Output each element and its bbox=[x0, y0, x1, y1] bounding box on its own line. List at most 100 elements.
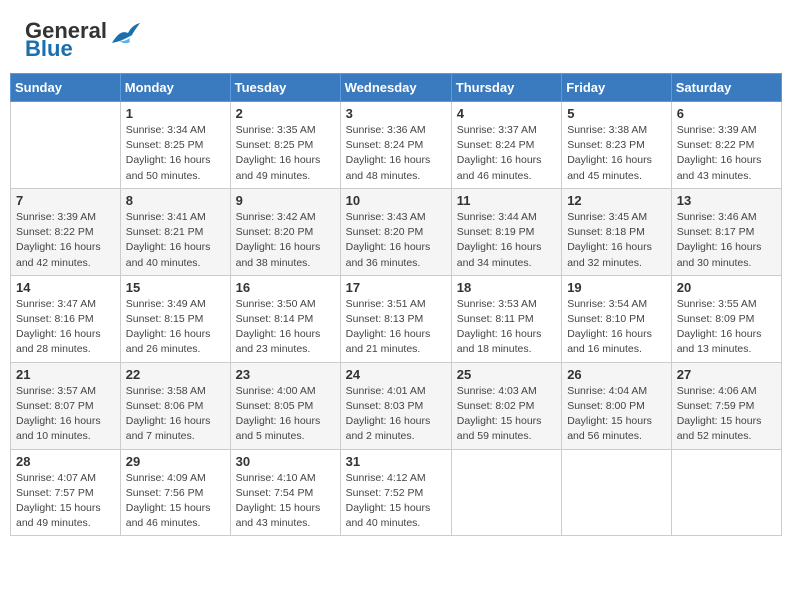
calendar-cell: 11 Sunrise: 3:44 AM Sunset: 8:19 PM Dayli… bbox=[451, 188, 561, 275]
day-number: 15 bbox=[126, 280, 225, 295]
calendar-cell: 3 Sunrise: 3:36 AM Sunset: 8:24 PM Daylig… bbox=[340, 102, 451, 189]
calendar-cell: 26 Sunrise: 4:04 AM Sunset: 8:00 PM Dayli… bbox=[562, 362, 672, 449]
day-number: 8 bbox=[126, 193, 225, 208]
day-number: 26 bbox=[567, 367, 666, 382]
calendar-cell: 24 Sunrise: 4:01 AM Sunset: 8:03 PM Dayli… bbox=[340, 362, 451, 449]
day-info: Sunrise: 3:41 AM Sunset: 8:21 PM Dayligh… bbox=[126, 210, 225, 271]
calendar-cell: 29 Sunrise: 4:09 AM Sunset: 7:56 PM Dayli… bbox=[120, 449, 230, 536]
day-info: Sunrise: 4:03 AM Sunset: 8:02 PM Dayligh… bbox=[457, 384, 556, 445]
day-number: 22 bbox=[126, 367, 225, 382]
day-info: Sunrise: 4:04 AM Sunset: 8:00 PM Dayligh… bbox=[567, 384, 666, 445]
day-info: Sunrise: 3:55 AM Sunset: 8:09 PM Dayligh… bbox=[677, 297, 776, 358]
calendar-cell: 15 Sunrise: 3:49 AM Sunset: 8:15 PM Dayli… bbox=[120, 275, 230, 362]
calendar-cell bbox=[562, 449, 672, 536]
day-info: Sunrise: 3:36 AM Sunset: 8:24 PM Dayligh… bbox=[346, 123, 446, 184]
day-info: Sunrise: 3:42 AM Sunset: 8:20 PM Dayligh… bbox=[236, 210, 335, 271]
day-info: Sunrise: 3:43 AM Sunset: 8:20 PM Dayligh… bbox=[346, 210, 446, 271]
day-info: Sunrise: 3:34 AM Sunset: 8:25 PM Dayligh… bbox=[126, 123, 225, 184]
day-number: 9 bbox=[236, 193, 335, 208]
calendar-week-row: 14 Sunrise: 3:47 AM Sunset: 8:16 PM Dayli… bbox=[11, 275, 782, 362]
calendar-cell: 30 Sunrise: 4:10 AM Sunset: 7:54 PM Dayli… bbox=[230, 449, 340, 536]
calendar-header-row: SundayMondayTuesdayWednesdayThursdayFrid… bbox=[11, 74, 782, 102]
column-header-monday: Monday bbox=[120, 74, 230, 102]
day-info: Sunrise: 3:38 AM Sunset: 8:23 PM Dayligh… bbox=[567, 123, 666, 184]
day-info: Sunrise: 3:47 AM Sunset: 8:16 PM Dayligh… bbox=[16, 297, 115, 358]
day-info: Sunrise: 3:45 AM Sunset: 8:18 PM Dayligh… bbox=[567, 210, 666, 271]
calendar-cell: 21 Sunrise: 3:57 AM Sunset: 8:07 PM Dayli… bbox=[11, 362, 121, 449]
day-info: Sunrise: 3:37 AM Sunset: 8:24 PM Dayligh… bbox=[457, 123, 556, 184]
day-info: Sunrise: 3:54 AM Sunset: 8:10 PM Dayligh… bbox=[567, 297, 666, 358]
day-number: 29 bbox=[126, 454, 225, 469]
day-number: 24 bbox=[346, 367, 446, 382]
calendar-cell bbox=[671, 449, 781, 536]
day-info: Sunrise: 3:35 AM Sunset: 8:25 PM Dayligh… bbox=[236, 123, 335, 184]
calendar-cell: 6 Sunrise: 3:39 AM Sunset: 8:22 PM Daylig… bbox=[671, 102, 781, 189]
calendar-cell: 8 Sunrise: 3:41 AM Sunset: 8:21 PM Daylig… bbox=[120, 188, 230, 275]
calendar-cell: 19 Sunrise: 3:54 AM Sunset: 8:10 PM Dayli… bbox=[562, 275, 672, 362]
calendar-cell: 7 Sunrise: 3:39 AM Sunset: 8:22 PM Daylig… bbox=[11, 188, 121, 275]
day-info: Sunrise: 4:07 AM Sunset: 7:57 PM Dayligh… bbox=[16, 471, 115, 532]
column-header-wednesday: Wednesday bbox=[340, 74, 451, 102]
day-number: 12 bbox=[567, 193, 666, 208]
day-info: Sunrise: 3:58 AM Sunset: 8:06 PM Dayligh… bbox=[126, 384, 225, 445]
calendar-cell: 16Sunrise: 3:50 AM Sunset: 8:14 PM Dayli… bbox=[230, 275, 340, 362]
column-header-saturday: Saturday bbox=[671, 74, 781, 102]
calendar-table: SundayMondayTuesdayWednesdayThursdayFrid… bbox=[10, 73, 782, 536]
day-number: 25 bbox=[457, 367, 556, 382]
calendar-cell: 28 Sunrise: 4:07 AM Sunset: 7:57 PM Dayli… bbox=[11, 449, 121, 536]
calendar-cell: 1 Sunrise: 3:34 AM Sunset: 8:25 PM Daylig… bbox=[120, 102, 230, 189]
calendar-cell: 4 Sunrise: 3:37 AM Sunset: 8:24 PM Daylig… bbox=[451, 102, 561, 189]
day-number: 13 bbox=[677, 193, 776, 208]
day-info: Sunrise: 3:39 AM Sunset: 8:22 PM Dayligh… bbox=[16, 210, 115, 271]
day-info: Sunrise: 3:39 AM Sunset: 8:22 PM Dayligh… bbox=[677, 123, 776, 184]
column-header-thursday: Thursday bbox=[451, 74, 561, 102]
day-info: Sunrise: 3:44 AM Sunset: 8:19 PM Dayligh… bbox=[457, 210, 556, 271]
day-number: 23 bbox=[236, 367, 335, 382]
day-number: 18 bbox=[457, 280, 556, 295]
day-info: Sunrise: 3:46 AM Sunset: 8:17 PM Dayligh… bbox=[677, 210, 776, 271]
day-info: Sunrise: 4:06 AM Sunset: 7:59 PM Dayligh… bbox=[677, 384, 776, 445]
day-info: Sunrise: 4:12 AM Sunset: 7:52 PM Dayligh… bbox=[346, 471, 446, 532]
day-info: Sunrise: 4:09 AM Sunset: 7:56 PM Dayligh… bbox=[126, 471, 225, 532]
calendar-cell: 2Sunrise: 3:35 AM Sunset: 8:25 PM Daylig… bbox=[230, 102, 340, 189]
day-info: Sunrise: 3:57 AM Sunset: 8:07 PM Dayligh… bbox=[16, 384, 115, 445]
day-number: 20 bbox=[677, 280, 776, 295]
day-number: 10 bbox=[346, 193, 446, 208]
day-info: Sunrise: 3:49 AM Sunset: 8:15 PM Dayligh… bbox=[126, 297, 225, 358]
column-header-friday: Friday bbox=[562, 74, 672, 102]
logo-bird-icon bbox=[110, 21, 142, 49]
day-number: 14 bbox=[16, 280, 115, 295]
calendar-cell: 25 Sunrise: 4:03 AM Sunset: 8:02 PM Dayli… bbox=[451, 362, 561, 449]
calendar-cell: 12 Sunrise: 3:45 AM Sunset: 8:18 PM Dayli… bbox=[562, 188, 672, 275]
calendar-week-row: 1 Sunrise: 3:34 AM Sunset: 8:25 PM Daylig… bbox=[11, 102, 782, 189]
day-number: 31 bbox=[346, 454, 446, 469]
logo: General Blue bbox=[25, 20, 142, 60]
day-number: 1 bbox=[126, 106, 225, 121]
day-number: 27 bbox=[677, 367, 776, 382]
day-info: Sunrise: 3:50 AM Sunset: 8:14 PM Dayligh… bbox=[236, 297, 335, 358]
calendar-week-row: 28 Sunrise: 4:07 AM Sunset: 7:57 PM Dayli… bbox=[11, 449, 782, 536]
day-number: 30 bbox=[236, 454, 335, 469]
calendar-cell: 27 Sunrise: 4:06 AM Sunset: 7:59 PM Dayli… bbox=[671, 362, 781, 449]
day-number: 7 bbox=[16, 193, 115, 208]
calendar-cell: 20 Sunrise: 3:55 AM Sunset: 8:09 PM Dayli… bbox=[671, 275, 781, 362]
day-number: 6 bbox=[677, 106, 776, 121]
day-number: 4 bbox=[457, 106, 556, 121]
day-number: 3 bbox=[346, 106, 446, 121]
day-number: 17 bbox=[346, 280, 446, 295]
day-number: 19 bbox=[567, 280, 666, 295]
column-header-tuesday: Tuesday bbox=[230, 74, 340, 102]
day-info: Sunrise: 4:00 AM Sunset: 8:05 PM Dayligh… bbox=[236, 384, 335, 445]
day-info: Sunrise: 4:01 AM Sunset: 8:03 PM Dayligh… bbox=[346, 384, 446, 445]
day-number: 11 bbox=[457, 193, 556, 208]
calendar-cell: 10 Sunrise: 3:43 AM Sunset: 8:20 PM Dayli… bbox=[340, 188, 451, 275]
day-number: 28 bbox=[16, 454, 115, 469]
day-info: Sunrise: 4:10 AM Sunset: 7:54 PM Dayligh… bbox=[236, 471, 335, 532]
day-number: 5 bbox=[567, 106, 666, 121]
calendar-cell: 31 Sunrise: 4:12 AM Sunset: 7:52 PM Dayli… bbox=[340, 449, 451, 536]
calendar-cell: 22 Sunrise: 3:58 AM Sunset: 8:06 PM Dayli… bbox=[120, 362, 230, 449]
calendar-week-row: 21 Sunrise: 3:57 AM Sunset: 8:07 PM Dayli… bbox=[11, 362, 782, 449]
day-number: 21 bbox=[16, 367, 115, 382]
calendar-cell: 13 Sunrise: 3:46 AM Sunset: 8:17 PM Dayli… bbox=[671, 188, 781, 275]
day-info: Sunrise: 3:51 AM Sunset: 8:13 PM Dayligh… bbox=[346, 297, 446, 358]
